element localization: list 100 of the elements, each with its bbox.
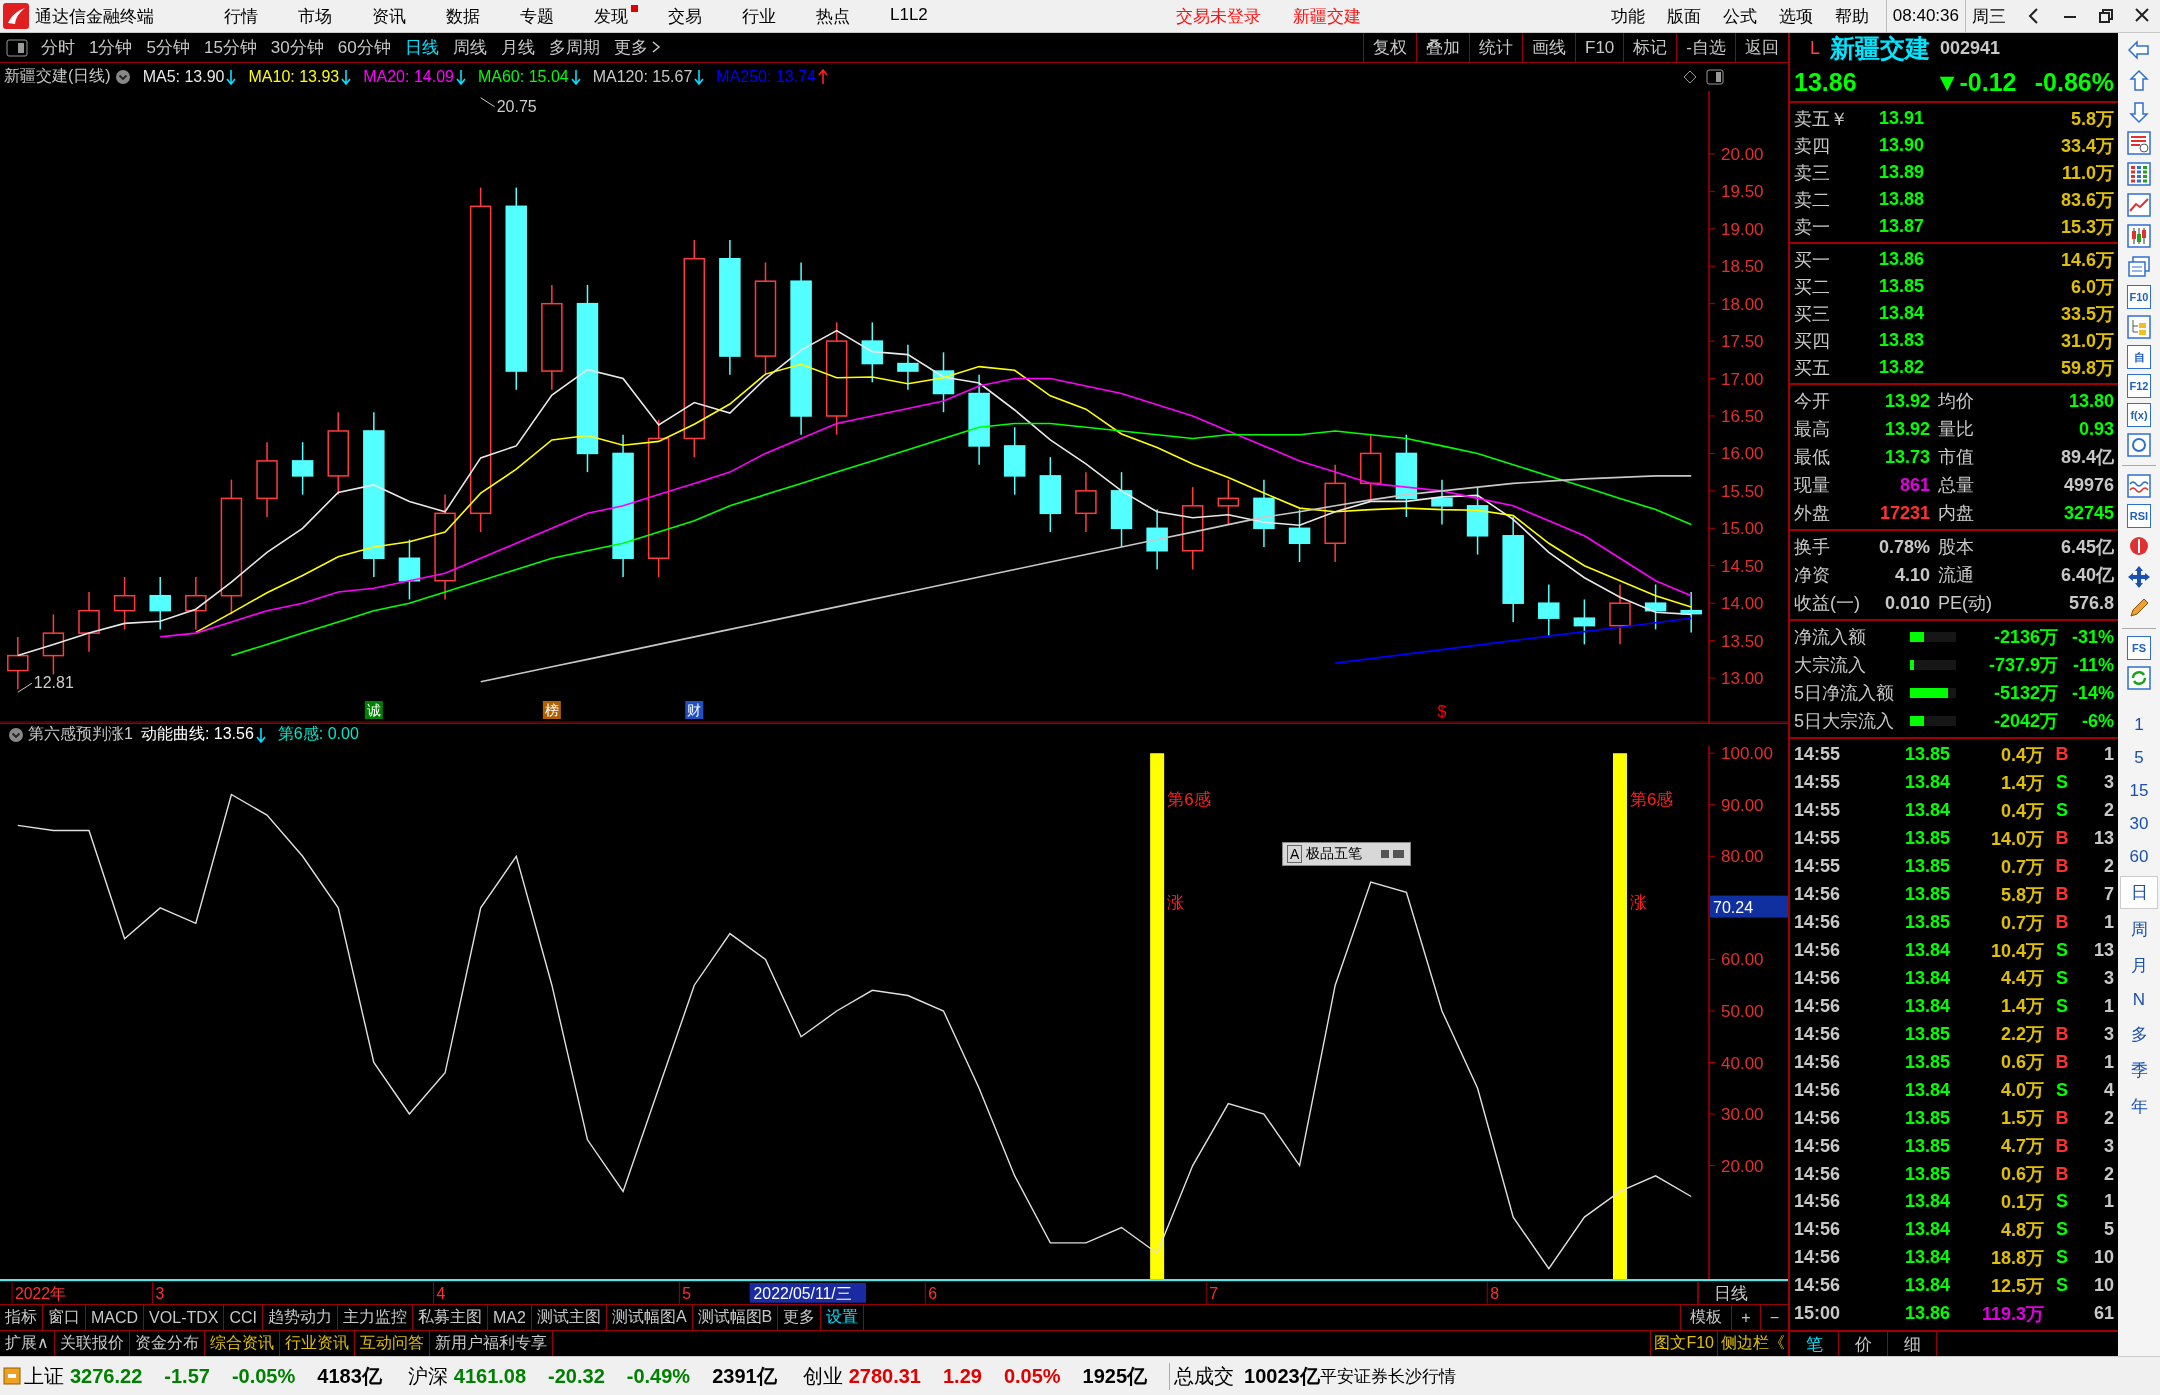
- indicator-tab[interactable]: VOL-TDX: [144, 1305, 225, 1330]
- candlestick: [1253, 478, 1275, 548]
- indicator-tab[interactable]: 测试主图: [531, 1305, 607, 1330]
- menu-item[interactable]: 行业: [742, 4, 786, 28]
- indicator-tab[interactable]: 趋势动力: [263, 1305, 338, 1330]
- menu-item[interactable]: 行情: [224, 4, 268, 28]
- cards-icon[interactable]: [2126, 254, 2152, 280]
- event-tag[interactable]: 财: [685, 700, 704, 719]
- arrow-left-icon[interactable]: [2126, 37, 2152, 63]
- indicator-tab[interactable]: MACD: [86, 1305, 145, 1330]
- menu-item[interactable]: 热点: [816, 4, 860, 28]
- panel-toggle-icon[interactable]: [6, 38, 28, 57]
- toolbar-button[interactable]: 画线: [1522, 33, 1576, 62]
- index-name: 沪深: [407, 1363, 448, 1389]
- period-button[interactable]: 30: [2121, 810, 2157, 838]
- tree-icon[interactable]: [2126, 314, 2152, 340]
- panel-toggle-icon[interactable]: [1706, 68, 1724, 85]
- period-tab[interactable]: 多周期: [548, 36, 600, 59]
- period-button[interactable]: 年: [2121, 1091, 2157, 1122]
- tool-button[interactable]: F10: [2127, 285, 2151, 309]
- stat-value: 861: [1898, 474, 1930, 496]
- price-label: 12.81: [33, 673, 74, 691]
- period-tab[interactable]: 60分钟: [337, 36, 391, 59]
- wave-icon[interactable]: [2126, 473, 2152, 499]
- report-icon[interactable]: [2126, 130, 2152, 156]
- period-button[interactable]: 日: [2120, 876, 2158, 909]
- period-button[interactable]: 60: [2121, 843, 2157, 871]
- period-button[interactable]: 多: [2121, 1019, 2157, 1050]
- market-icon[interactable]: [3, 1367, 21, 1385]
- template-button[interactable]: +: [1731, 1305, 1760, 1330]
- indicator-tab[interactable]: 窗口: [43, 1305, 86, 1330]
- period-button[interactable]: 5: [2121, 744, 2157, 772]
- tool-button[interactable]: 自: [2127, 345, 2151, 369]
- indicator-tab[interactable]: 主力监控: [338, 1305, 413, 1330]
- indicator-tab[interactable]: CCI: [224, 1305, 263, 1330]
- period-tab[interactable]: 更多: [613, 36, 661, 59]
- menu-item[interactable]: 帮助: [1834, 4, 1869, 28]
- period-tab[interactable]: 1分钟: [89, 36, 133, 59]
- period-tab[interactable]: 周线: [452, 36, 487, 59]
- dropdown-circle-icon[interactable]: [8, 726, 24, 743]
- grid-icon[interactable]: [2126, 161, 2152, 187]
- toolbar-button[interactable]: F10: [1575, 33, 1624, 62]
- period-tab[interactable]: 30分钟: [270, 36, 324, 59]
- menu-item[interactable]: 公式: [1722, 4, 1757, 28]
- indicator-tab[interactable]: MA2: [488, 1305, 532, 1330]
- period-button[interactable]: N: [2121, 986, 2157, 1014]
- toolbar-button[interactable]: -自选: [1676, 33, 1735, 62]
- trade-side: S: [2055, 800, 2069, 822]
- tool-button[interactable]: RSI: [2127, 504, 2151, 528]
- period-button[interactable]: 周: [2121, 914, 2157, 945]
- event-tag[interactable]: 榜: [542, 700, 561, 719]
- diamond-icon[interactable]: [1682, 68, 1698, 85]
- menu-item[interactable]: 选项: [1778, 4, 1813, 28]
- period-button[interactable]: 季: [2121, 1055, 2157, 1086]
- arrow-down-icon[interactable]: [2126, 99, 2152, 125]
- menu-item[interactable]: 版面: [1666, 4, 1701, 28]
- order-price: 13.82: [1877, 357, 1924, 378]
- indicator-tab[interactable]: 测试幅图A: [606, 1305, 693, 1330]
- trade-price: 13.85: [1903, 912, 1950, 934]
- menu-item[interactable]: 市场: [298, 4, 342, 28]
- indicator-tab[interactable]: 测试幅图B: [692, 1305, 779, 1330]
- indicator-tab[interactable]: 指标: [0, 1305, 43, 1330]
- trend-icon[interactable]: [2126, 192, 2152, 218]
- period-tab[interactable]: 月线: [500, 36, 535, 59]
- menu-item[interactable]: 资讯: [372, 4, 416, 28]
- menu-item[interactable]: 发现: [594, 4, 638, 28]
- dropdown-circle-icon[interactable]: [114, 68, 131, 85]
- period-button[interactable]: 15: [2121, 777, 2157, 805]
- restore-icon[interactable]: [2097, 6, 2115, 26]
- event-symbol[interactable]: $: [1437, 702, 1447, 720]
- period-button[interactable]: 月: [2121, 950, 2157, 981]
- toolbar-button[interactable]: 标记: [1623, 33, 1677, 62]
- template-button[interactable]: 模板: [1680, 1305, 1732, 1330]
- candles-icon[interactable]: [2126, 223, 2152, 249]
- menu-item[interactable]: 功能: [1610, 4, 1645, 28]
- indicator-tab[interactable]: 更多: [778, 1305, 822, 1330]
- menu-item[interactable]: 交易: [668, 4, 712, 28]
- indicator-tab[interactable]: 设置: [821, 1305, 865, 1330]
- tool-button[interactable]: f(x): [2127, 403, 2151, 427]
- toolbar-button[interactable]: 复权: [1363, 33, 1417, 62]
- indicator-tab[interactable]: 私募主图: [413, 1305, 488, 1330]
- move-icon[interactable]: [2126, 564, 2152, 590]
- toolbar-button[interactable]: 叠加: [1416, 33, 1470, 62]
- menu-item[interactable]: 数据: [446, 4, 490, 28]
- period-button[interactable]: 1: [2121, 711, 2157, 739]
- period-tab[interactable]: 5分钟: [146, 36, 190, 59]
- period-tab[interactable]: 日线: [404, 36, 439, 59]
- period-tab[interactable]: 分时: [41, 36, 75, 59]
- refresh-icon[interactable]: [2126, 665, 2152, 691]
- trade-count: 3: [2103, 772, 2114, 794]
- period-tab[interactable]: 15分钟: [203, 36, 257, 59]
- event-tag[interactable]: 诚: [364, 700, 383, 719]
- menu-item[interactable]: L1L2: [890, 4, 938, 28]
- tool-button[interactable]: F12: [2127, 374, 2151, 398]
- toolbar-button[interactable]: 统计: [1469, 33, 1523, 62]
- ime-mode-key[interactable]: A: [1287, 845, 1303, 864]
- tool-button[interactable]: FS: [2127, 636, 2151, 660]
- menu-item[interactable]: 专题: [520, 4, 564, 28]
- chevron-right-icon[interactable]: [650, 39, 661, 55]
- arrow-up-icon[interactable]: [2126, 68, 2152, 94]
